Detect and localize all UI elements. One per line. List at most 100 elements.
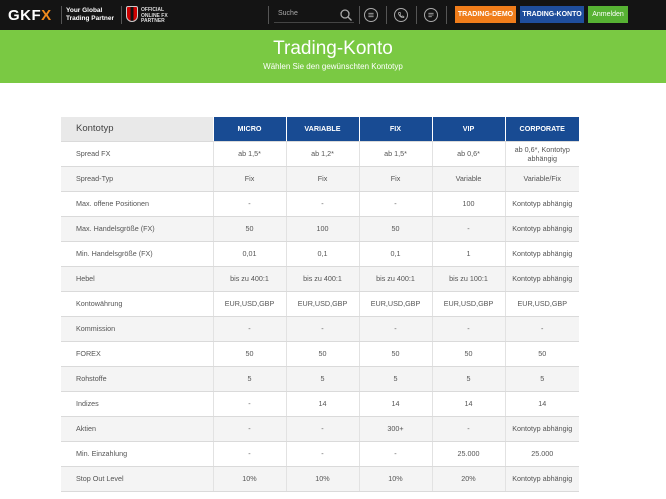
trading-konto-button[interactable]: TRADING-KONTO [520, 6, 584, 23]
partner-line-3: PARTNER [141, 18, 165, 24]
row-label: Spread-Typ [61, 166, 213, 192]
table-row: Aktien - -300+ - Kontotyp abhängig [61, 416, 579, 442]
table-cell: - [285, 416, 359, 442]
phone-icon[interactable] [394, 8, 408, 22]
table-cell: Kontotyp abhängig [504, 266, 579, 292]
column-header-variable: VARIABLE [285, 117, 359, 142]
table-cell: - [285, 191, 359, 217]
column-header-vip: VIP [431, 117, 505, 142]
table-cell: 0,1 [285, 241, 359, 267]
table-cell: Kontotyp abhängig [504, 241, 579, 267]
row-label: Min. Einzahlung [61, 441, 213, 467]
partner-badge: OFFICIAL ONLINE FX PARTNER [141, 7, 168, 25]
table-cell: Variable/Fix [504, 166, 579, 192]
row-label: Min. Handelsgröße (FX) [61, 241, 213, 267]
table-cell: Kontotyp abhängig [504, 466, 579, 492]
table-cell: 5 [285, 366, 359, 392]
divider [416, 6, 417, 24]
table-row: Kommission - - - - - [61, 316, 579, 342]
table-cell: - [504, 316, 579, 342]
search-underline [274, 22, 354, 23]
table-cell: 14 [431, 391, 505, 417]
table-cell: - [212, 316, 286, 342]
table-row: Max. Handelsgröße (FX) 50 100 50- Kontotyp a… [61, 216, 579, 242]
search-icon[interactable] [339, 8, 353, 22]
gkfx-logo[interactable]: GKFX [8, 7, 52, 24]
table-row: Spread-Typ Fix Fix Fix Variable Variable/Fix [61, 166, 579, 192]
table-cell: 5 [212, 366, 286, 392]
table-cell: 50 [431, 341, 505, 367]
table-cell: 14 [285, 391, 359, 417]
table-cell: EUR,USD,GBP [431, 291, 505, 317]
table-cell: - [431, 316, 505, 342]
table-cell: - [358, 191, 432, 217]
table-row: Min. Einzahlung - - -25.000 25.000 [61, 441, 579, 467]
column-header-fix: FIX [358, 117, 432, 142]
table-cell: EUR,USD,GBP [504, 291, 579, 317]
table-cell: 25.000 [504, 441, 579, 467]
column-header-micro: MICRO [212, 117, 286, 142]
divider [268, 6, 269, 24]
table-cell: Kontotyp abhängig [504, 216, 579, 242]
divider [121, 6, 122, 24]
table-cell: - [358, 316, 432, 342]
table-row: Max. offene Positionen - - -100 Kontotyp abh… [61, 191, 579, 217]
login-button[interactable]: Anmelden [588, 6, 628, 23]
ac-milan-crest-icon [126, 6, 138, 22]
table-cell: 10% [285, 466, 359, 492]
table-cell: 1 [431, 241, 505, 267]
table-row: Hebel bis zu 400:1 bis zu 400:1 bis zu 400:… [61, 266, 579, 292]
table-cell: ab 1,5* [358, 141, 432, 167]
table-row: Stop Out Level 10% 10% 10% 20% Kontotyp abhän… [61, 466, 579, 492]
table-cell: bis zu 400:1 [212, 266, 286, 292]
table-cell: - [212, 441, 286, 467]
table-cell: Kontotyp abhängig [504, 416, 579, 442]
table-row: Kontowährung EUR,USD,GBP EUR,USD,GBP EUR,US… [61, 291, 579, 317]
table-cell: - [431, 216, 505, 242]
table-corner-label: Kontotyp [61, 117, 213, 142]
table-cell: 0,01 [212, 241, 286, 267]
row-label: Kontowährung [61, 291, 213, 317]
account-comparison-table: Kontotyp MICRO VARIABLE FIX VIP CORPORAT… [61, 117, 579, 492]
table-cell: 0,1 [358, 241, 432, 267]
row-label: Indizes [61, 391, 213, 417]
row-label: Aktien [61, 416, 213, 442]
divider [359, 6, 360, 24]
row-label: Spread FX [61, 141, 213, 167]
table-cell: - [212, 416, 286, 442]
table-cell: ab 0,6* [431, 141, 505, 167]
chat-icon[interactable] [424, 8, 438, 22]
table-cell: 5 [358, 366, 432, 392]
table-cell: Kontotyp abhängig [504, 191, 579, 217]
row-label: FOREX [61, 341, 213, 367]
row-label: Max. offene Positionen [61, 191, 213, 217]
row-label: Max. Handelsgröße (FX) [61, 216, 213, 242]
table-cell: - [212, 391, 286, 417]
table-body: Spread FX ab 1,5* ab 1,2* ab 1,5* ab 0,6* ab … [61, 141, 579, 492]
table-cell: 50 [212, 341, 286, 367]
table-cell: Fix [212, 166, 286, 192]
search-input[interactable]: Suche [278, 10, 298, 17]
table-cell: 50 [358, 341, 432, 367]
table-cell: 10% [212, 466, 286, 492]
tagline-line-2: Trading Partner [66, 15, 115, 22]
page-banner: Trading-Konto Wählen Sie den gewünschten… [0, 30, 666, 83]
table-cell: 25.000 [431, 441, 505, 467]
table-cell: 50 [212, 216, 286, 242]
table-cell: ab 0,6*, Kontotyp abhängig [504, 141, 579, 167]
table-cell: 14 [504, 391, 579, 417]
table-cell: - [285, 316, 359, 342]
table-cell: ab 1,5* [212, 141, 286, 167]
logo-text: GKF [8, 7, 42, 24]
table-row: Spread FX ab 1,5* ab 1,2* ab 1,5* ab 0,6* ab … [61, 141, 579, 167]
table-cell: bis zu 400:1 [285, 266, 359, 292]
table-cell: 100 [431, 191, 505, 217]
table-cell: 300+ [358, 416, 432, 442]
table-cell: Variable [431, 166, 505, 192]
globe-icon[interactable] [364, 8, 378, 22]
trading-demo-button[interactable]: TRADING-DEMO [455, 6, 516, 23]
table-cell: bis zu 400:1 [358, 266, 432, 292]
table-cell: EUR,USD,GBP [285, 291, 359, 317]
table-cell: EUR,USD,GBP [212, 291, 286, 317]
table-cell: 50 [504, 341, 579, 367]
